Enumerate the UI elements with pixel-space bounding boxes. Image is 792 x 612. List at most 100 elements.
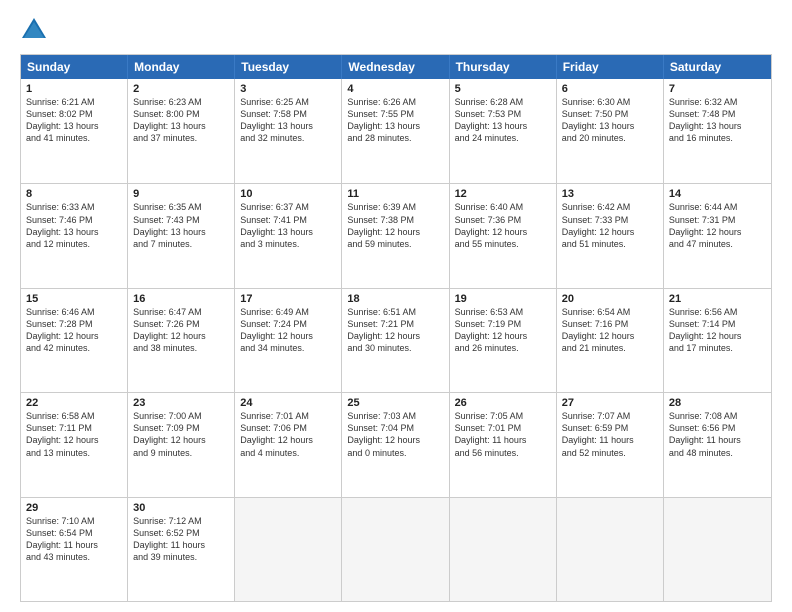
cell-info: Sunset: 6:59 PM [562, 422, 658, 434]
cell-info: Sunrise: 7:05 AM [455, 410, 551, 422]
day-number: 10 [240, 188, 336, 200]
calendar-cell: 12Sunrise: 6:40 AMSunset: 7:36 PMDayligh… [450, 184, 557, 287]
cell-info: and 41 minutes. [26, 132, 122, 144]
calendar-cell: 5Sunrise: 6:28 AMSunset: 7:53 PMDaylight… [450, 79, 557, 183]
calendar-cell: 28Sunrise: 7:08 AMSunset: 6:56 PMDayligh… [664, 393, 771, 496]
cell-info: and 51 minutes. [562, 238, 658, 250]
cell-info: and 52 minutes. [562, 447, 658, 459]
cell-info: Sunrise: 6:35 AM [133, 201, 229, 213]
cell-info: Sunrise: 6:25 AM [240, 96, 336, 108]
day-number: 14 [669, 188, 766, 200]
cell-info: Sunrise: 7:00 AM [133, 410, 229, 422]
cell-info: Sunrise: 6:39 AM [347, 201, 443, 213]
calendar-cell: 16Sunrise: 6:47 AMSunset: 7:26 PMDayligh… [128, 289, 235, 392]
cell-info: Sunrise: 7:01 AM [240, 410, 336, 422]
day-number: 21 [669, 293, 766, 305]
cell-info: and 39 minutes. [133, 551, 229, 563]
day-number: 13 [562, 188, 658, 200]
cell-info: Daylight: 13 hours [26, 226, 122, 238]
calendar-cell [664, 498, 771, 601]
day-number: 20 [562, 293, 658, 305]
weekday-header-friday: Friday [557, 55, 664, 79]
cell-info: Sunrise: 6:58 AM [26, 410, 122, 422]
day-number: 16 [133, 293, 229, 305]
cell-info: Sunset: 7:50 PM [562, 108, 658, 120]
calendar-cell [235, 498, 342, 601]
cell-info: Sunrise: 6:21 AM [26, 96, 122, 108]
cell-info: and 28 minutes. [347, 132, 443, 144]
day-number: 25 [347, 397, 443, 409]
cell-info: Sunrise: 6:46 AM [26, 306, 122, 318]
cell-info: Sunrise: 6:54 AM [562, 306, 658, 318]
cell-info: Daylight: 12 hours [347, 226, 443, 238]
weekday-header-thursday: Thursday [450, 55, 557, 79]
cell-info: Daylight: 12 hours [669, 330, 766, 342]
calendar-cell: 14Sunrise: 6:44 AMSunset: 7:31 PMDayligh… [664, 184, 771, 287]
day-number: 29 [26, 502, 122, 514]
calendar-row-5: 29Sunrise: 7:10 AMSunset: 6:54 PMDayligh… [21, 497, 771, 601]
day-number: 12 [455, 188, 551, 200]
cell-info: Sunset: 7:19 PM [455, 318, 551, 330]
cell-info: Sunset: 7:31 PM [669, 214, 766, 226]
cell-info: and 30 minutes. [347, 342, 443, 354]
calendar-cell: 3Sunrise: 6:25 AMSunset: 7:58 PMDaylight… [235, 79, 342, 183]
calendar-row-3: 15Sunrise: 6:46 AMSunset: 7:28 PMDayligh… [21, 288, 771, 392]
day-number: 7 [669, 83, 766, 95]
cell-info: Sunset: 7:24 PM [240, 318, 336, 330]
cell-info: and 59 minutes. [347, 238, 443, 250]
cell-info: and 0 minutes. [347, 447, 443, 459]
cell-info: and 34 minutes. [240, 342, 336, 354]
cell-info: Daylight: 12 hours [133, 434, 229, 446]
cell-info: Sunrise: 6:37 AM [240, 201, 336, 213]
calendar-cell: 15Sunrise: 6:46 AMSunset: 7:28 PMDayligh… [21, 289, 128, 392]
cell-info: Sunrise: 7:03 AM [347, 410, 443, 422]
day-number: 24 [240, 397, 336, 409]
day-number: 19 [455, 293, 551, 305]
cell-info: Daylight: 13 hours [133, 226, 229, 238]
cell-info: Daylight: 13 hours [26, 120, 122, 132]
calendar-cell: 22Sunrise: 6:58 AMSunset: 7:11 PMDayligh… [21, 393, 128, 496]
calendar-row-4: 22Sunrise: 6:58 AMSunset: 7:11 PMDayligh… [21, 392, 771, 496]
logo-icon [20, 16, 48, 44]
calendar-cell: 20Sunrise: 6:54 AMSunset: 7:16 PMDayligh… [557, 289, 664, 392]
cell-info: Sunrise: 6:30 AM [562, 96, 658, 108]
header [20, 16, 772, 44]
cell-info: Sunset: 7:55 PM [347, 108, 443, 120]
cell-info: Daylight: 11 hours [133, 539, 229, 551]
cell-info: and 48 minutes. [669, 447, 766, 459]
calendar-cell: 9Sunrise: 6:35 AMSunset: 7:43 PMDaylight… [128, 184, 235, 287]
cell-info: and 21 minutes. [562, 342, 658, 354]
cell-info: Sunrise: 6:32 AM [669, 96, 766, 108]
calendar-cell: 24Sunrise: 7:01 AMSunset: 7:06 PMDayligh… [235, 393, 342, 496]
cell-info: Daylight: 12 hours [347, 434, 443, 446]
cell-info: Sunrise: 6:47 AM [133, 306, 229, 318]
cell-info: Daylight: 12 hours [455, 330, 551, 342]
weekday-header-saturday: Saturday [664, 55, 771, 79]
day-number: 17 [240, 293, 336, 305]
cell-info: Sunset: 7:14 PM [669, 318, 766, 330]
cell-info: Sunset: 7:46 PM [26, 214, 122, 226]
cell-info: Sunset: 7:48 PM [669, 108, 766, 120]
weekday-header-monday: Monday [128, 55, 235, 79]
calendar-cell: 6Sunrise: 6:30 AMSunset: 7:50 PMDaylight… [557, 79, 664, 183]
cell-info: Daylight: 13 hours [669, 120, 766, 132]
cell-info: Sunset: 7:33 PM [562, 214, 658, 226]
day-number: 22 [26, 397, 122, 409]
calendar-cell: 25Sunrise: 7:03 AMSunset: 7:04 PMDayligh… [342, 393, 449, 496]
day-number: 5 [455, 83, 551, 95]
cell-info: Daylight: 13 hours [347, 120, 443, 132]
cell-info: Daylight: 12 hours [669, 226, 766, 238]
cell-info: Sunset: 7:53 PM [455, 108, 551, 120]
calendar-cell: 11Sunrise: 6:39 AMSunset: 7:38 PMDayligh… [342, 184, 449, 287]
day-number: 3 [240, 83, 336, 95]
cell-info: Daylight: 13 hours [133, 120, 229, 132]
cell-info: and 7 minutes. [133, 238, 229, 250]
cell-info: Sunset: 7:28 PM [26, 318, 122, 330]
cell-info: and 3 minutes. [240, 238, 336, 250]
cell-info: Sunset: 7:43 PM [133, 214, 229, 226]
calendar-cell: 26Sunrise: 7:05 AMSunset: 7:01 PMDayligh… [450, 393, 557, 496]
cell-info: and 32 minutes. [240, 132, 336, 144]
cell-info: and 42 minutes. [26, 342, 122, 354]
cell-info: and 38 minutes. [133, 342, 229, 354]
cell-info: and 16 minutes. [669, 132, 766, 144]
